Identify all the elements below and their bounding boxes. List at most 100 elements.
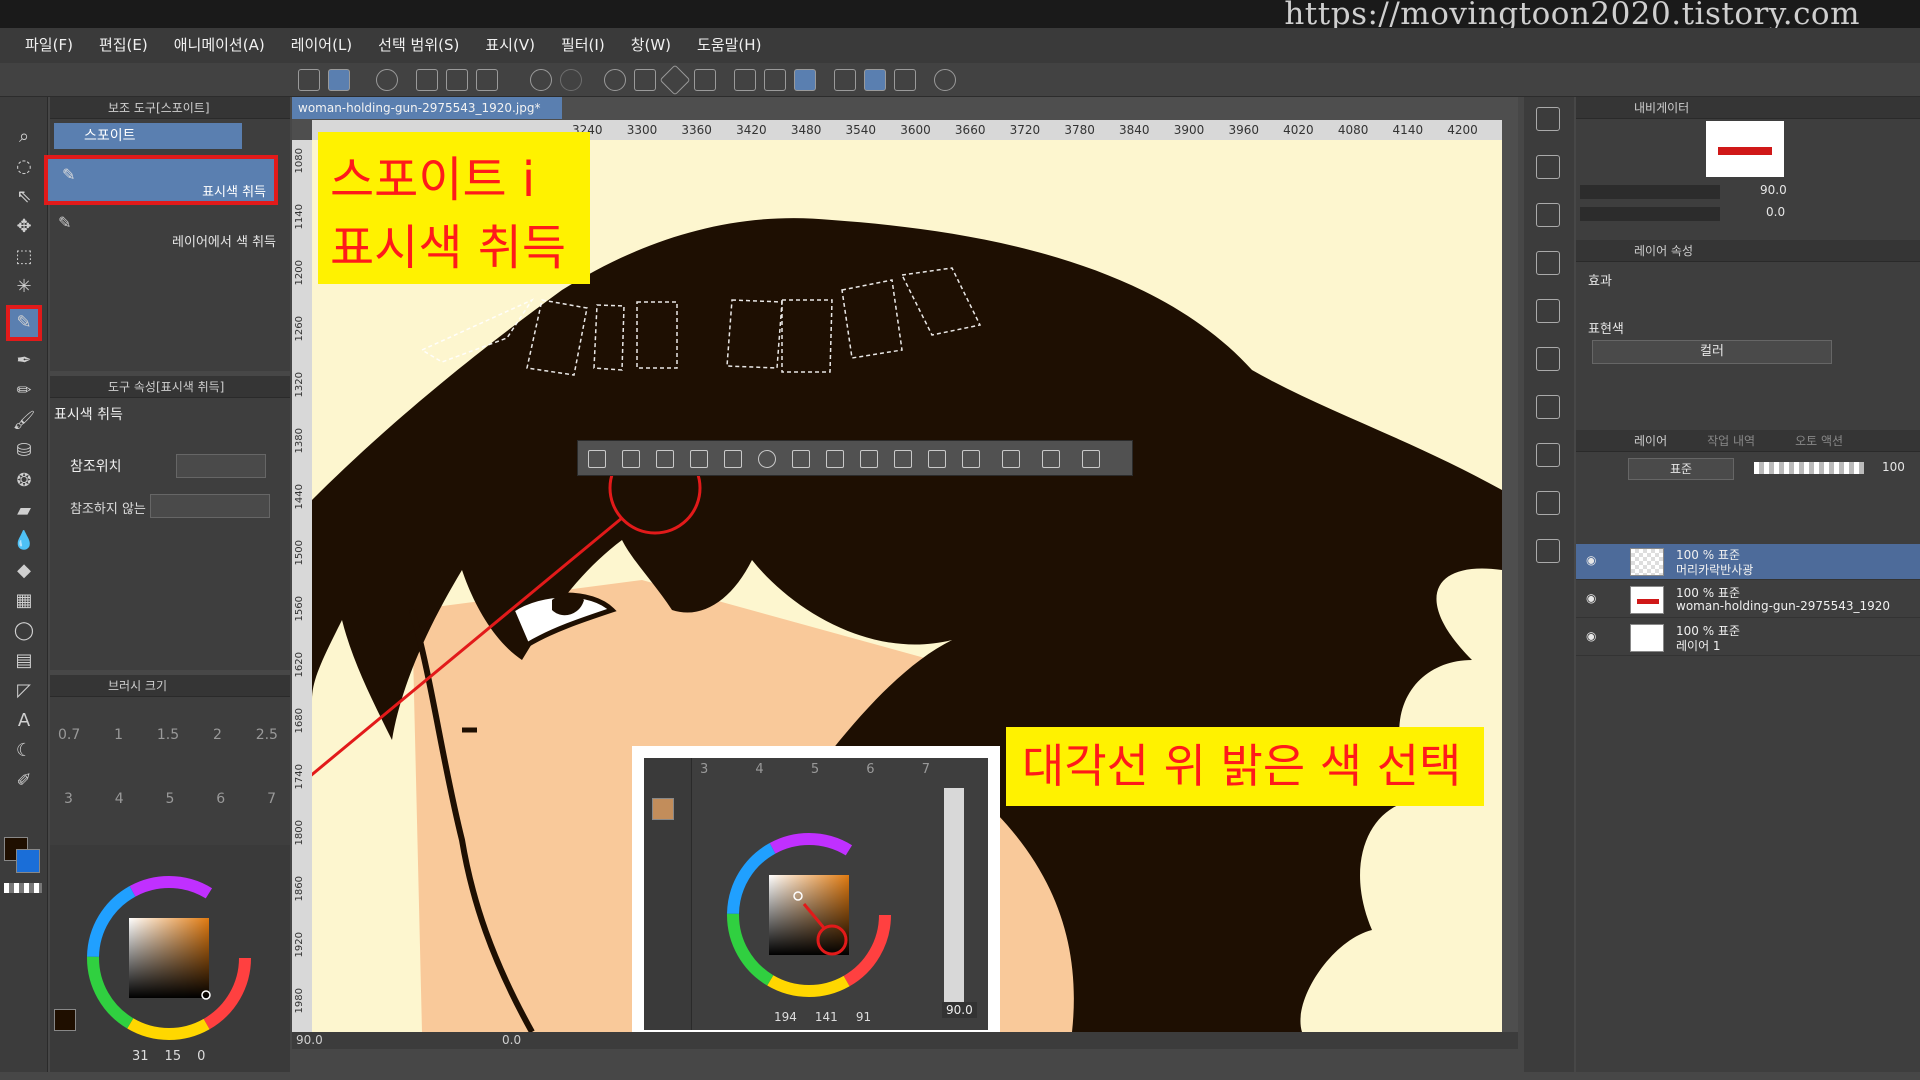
edit-icon[interactable] [1042,450,1060,468]
invert-selection-icon[interactable] [656,450,674,468]
dock-icon-4[interactable] [1536,251,1560,275]
open-folder-icon[interactable] [446,69,468,91]
help-icon[interactable] [934,69,956,91]
brush-size-value[interactable]: 7 [267,791,276,807]
shrink-selection-icon[interactable] [724,450,742,468]
selection-mode-icon[interactable] [622,450,640,468]
transform-icon[interactable] [694,69,716,91]
visibility-eye-icon[interactable]: ◉ [1586,629,1596,643]
object-tool-icon[interactable]: ⇖ [12,185,36,209]
layer-row[interactable]: ◉ 100 % 표준 머리카락반사광 [1576,544,1920,580]
auto-select-icon[interactable]: ✳ [12,275,36,299]
dock-icon-6[interactable] [1536,347,1560,371]
special-ruler-snap-icon[interactable] [864,69,886,91]
color-main-swatch[interactable] [54,1009,76,1031]
tab-history[interactable]: 작업 내역 [1707,430,1755,451]
expand-selection-icon[interactable] [690,450,708,468]
airbrush-tool-icon[interactable]: ⛁ [12,439,36,463]
brush-size-value[interactable]: 2.5 [256,727,278,743]
navigator-tab[interactable]: 내비게이터 [1576,97,1920,119]
opacity-slider[interactable] [1754,462,1864,474]
subtool-group-tab[interactable]: 스포이트 [54,123,242,149]
selection-show-icon[interactable] [794,69,816,91]
navigator-thumbnail[interactable] [1706,121,1784,177]
not-reference-selector[interactable] [150,494,270,518]
brush-size-value[interactable]: 4 [115,791,124,807]
dock-icon-8[interactable] [1536,443,1560,467]
invert-icon[interactable] [764,69,786,91]
eyedropper-tool-icon[interactable]: ✎ [6,305,42,341]
sun-icon[interactable] [604,69,626,91]
pencil-tool-icon[interactable]: ✏ [12,379,36,403]
menu-filter[interactable]: 필터(I) [548,28,618,63]
zoom-value[interactable]: 90.0 [296,1033,323,1047]
blend-tool-icon[interactable]: 💧 [12,529,36,553]
move-icon[interactable] [1002,450,1020,468]
zoom-slider[interactable] [1580,185,1720,199]
document-tab[interactable]: woman-holding-gun-2975543_1920.jpg* [292,97,562,119]
brush-size-row-2[interactable]: 3 4 5 6 7 [64,791,276,807]
reference-selector[interactable] [176,454,266,478]
frame-tool-icon[interactable]: ▤ [12,649,36,673]
gradient-tool-icon[interactable]: ▦ [12,589,36,613]
deselect-icon[interactable] [588,450,606,468]
pen-tool-icon[interactable]: ✒ [12,349,36,373]
subtool-item-display-color[interactable]: ✎ 표시색 취득 [44,155,278,205]
brush-size-value[interactable]: 2 [213,727,222,743]
brush-size-value[interactable]: 3 [64,791,73,807]
fill-icon[interactable] [634,69,656,91]
dock-icon-1[interactable] [1536,107,1560,131]
correct-line-tool-icon[interactable]: ✐ [12,769,36,793]
sun-select-icon[interactable] [758,450,776,468]
opacity-value[interactable]: 100 [1882,460,1905,474]
clear-icon[interactable] [792,450,810,468]
copy-icon[interactable] [860,450,878,468]
rotation-value[interactable]: 0.0 [502,1033,521,1047]
figure-tool-icon[interactable]: ◯ [12,619,36,643]
new-file-icon[interactable] [416,69,438,91]
layer-row[interactable]: ◉ 100 % 표준 woman-holding-gun-2975543_192… [1576,582,1920,618]
dock-icon-2[interactable] [1536,155,1560,179]
tab-layer[interactable]: 레이어 [1634,430,1667,451]
clear-selection-icon[interactable] [734,69,756,91]
undo-icon[interactable] [530,69,552,91]
rotation-slider[interactable] [1580,207,1720,221]
zoom-tool-icon[interactable]: ⌕ [12,125,36,149]
menu-edit[interactable]: 편집(E) [86,28,161,63]
crop-icon[interactable] [894,450,912,468]
brush-size-value[interactable]: 6 [216,791,225,807]
menu-layer[interactable]: 레이어(L) [278,28,365,63]
diamond-icon[interactable] [659,64,691,96]
layer-row[interactable]: ◉ 100 % 표준 레이어 1 [1576,620,1920,656]
pen-mode-icon[interactable] [328,69,350,91]
decoration-tool-icon[interactable]: ❂ [12,469,36,493]
visibility-eye-icon[interactable]: ◉ [1586,591,1596,605]
move-layer-icon[interactable]: ✥ [12,215,36,239]
dock-icon-7[interactable] [1536,395,1560,419]
brush-size-value[interactable]: 5 [166,791,175,807]
layer-property-title[interactable]: 레이어 속성 [1576,240,1920,262]
sub-color-swatch[interactable] [16,849,40,873]
menu-file[interactable]: 파일(F) [12,28,86,63]
redo-icon[interactable] [560,69,582,91]
fill-selection-icon[interactable] [928,450,946,468]
save-icon[interactable] [476,69,498,91]
color-wheel[interactable] [84,873,254,1043]
brush-size-value[interactable]: 1 [114,727,123,743]
menu-help[interactable]: 도움말(H) [684,28,774,63]
balloon-tool-icon[interactable]: ☾ [12,739,36,763]
transparent-color-swatch[interactable] [4,883,42,893]
ruler-snap-icon[interactable] [834,69,856,91]
menu-window[interactable]: 창(W) [618,28,684,63]
settings-icon[interactable] [1082,450,1100,468]
dock-icon-10[interactable] [1536,539,1560,563]
visibility-eye-icon[interactable]: ◉ [1586,553,1596,567]
menu-view[interactable]: 표시(V) [472,28,548,63]
blend-mode-select[interactable]: 표준 [1628,458,1734,480]
dock-icon-3[interactable] [1536,203,1560,227]
expression-select[interactable]: 컬러 [1592,340,1832,364]
fill-tool-icon[interactable]: ◆ [12,559,36,583]
selection-tool-icon[interactable]: ⬚ [12,245,36,269]
spiral-icon[interactable] [376,69,398,91]
move-lasso-icon[interactable]: ◌ [12,155,36,179]
